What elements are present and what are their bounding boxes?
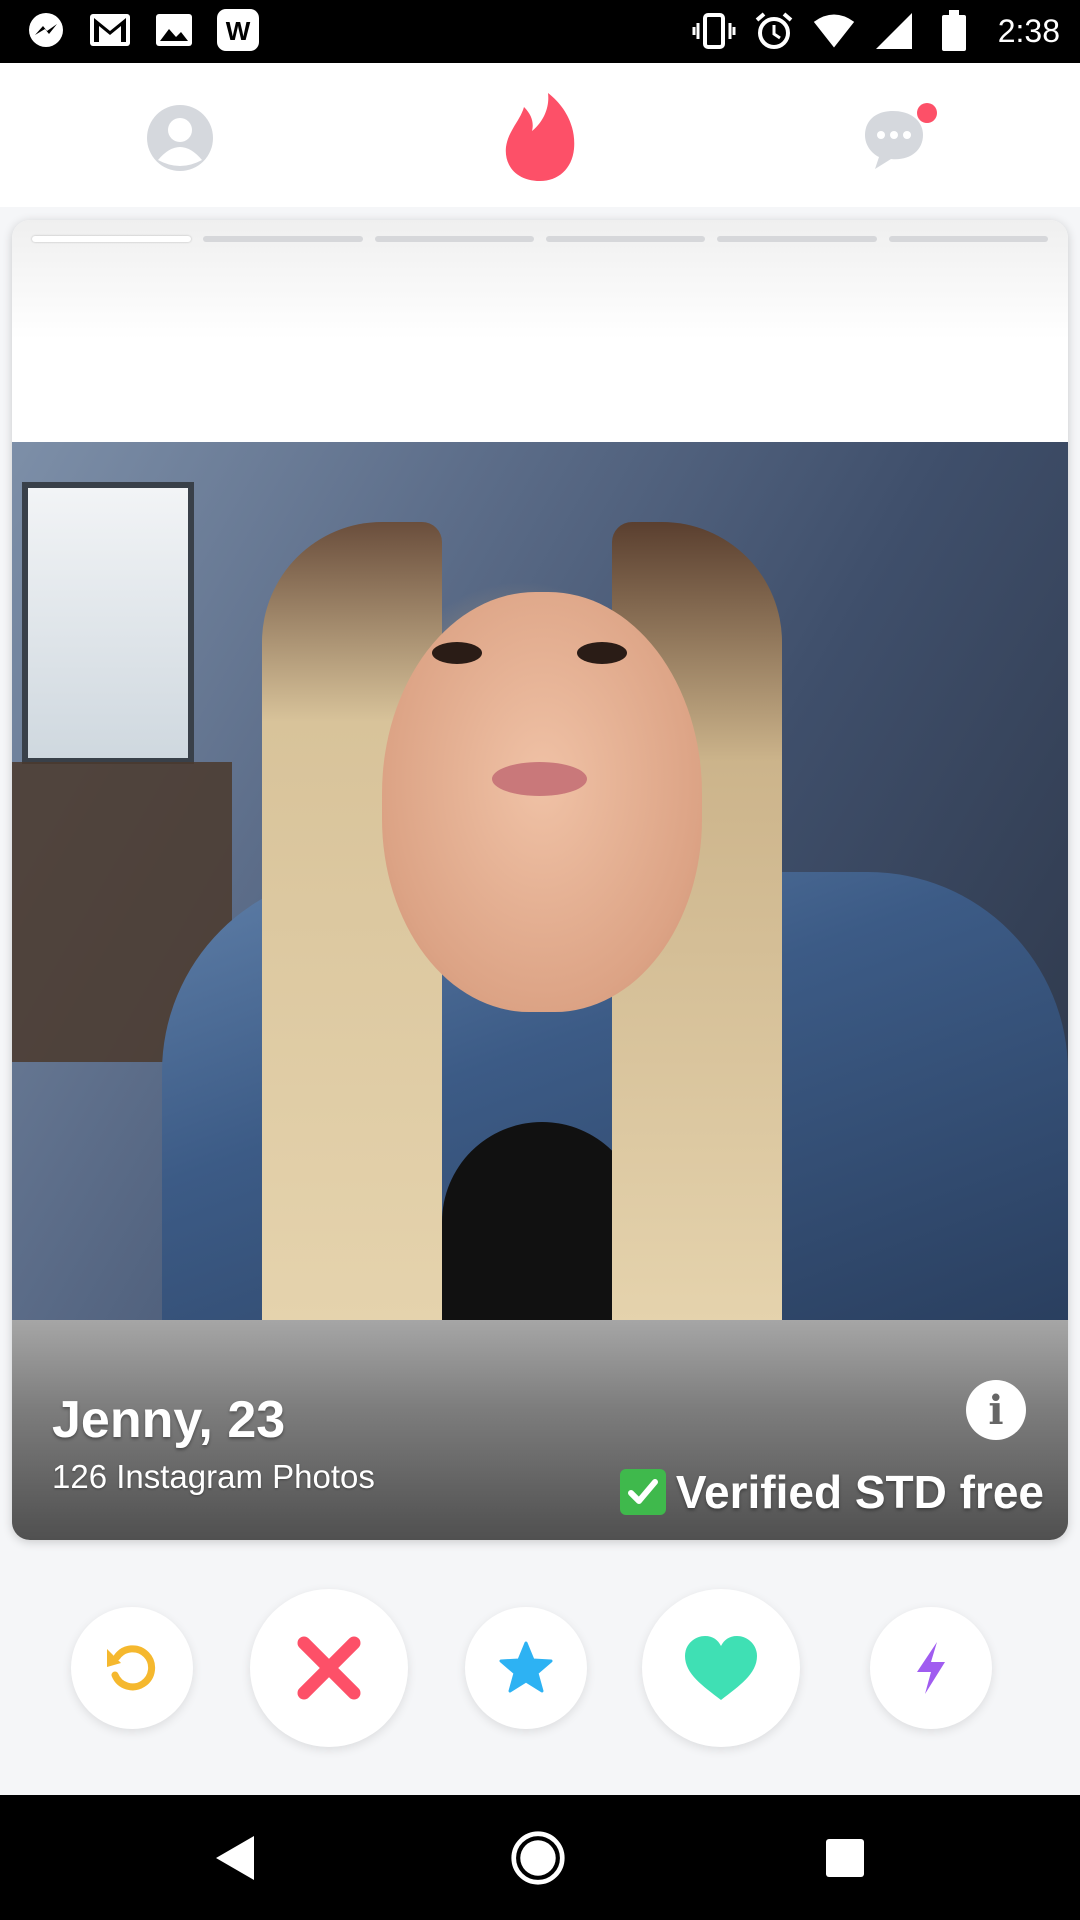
action-buttons [0,1585,1080,1755]
photo-eye-right [577,642,627,664]
gallery-icon [152,8,196,52]
back-icon[interactable] [207,1830,263,1886]
star-icon [499,1641,553,1693]
profile-name-age: Jenny, 23 [52,1391,286,1449]
gmail-icon [88,8,132,52]
wifi-icon [812,9,856,53]
battery-icon [932,9,976,53]
photo-progress-segment[interactable] [32,236,192,242]
profile-card[interactable]: Jenny, 23 126 Instagram Photos i Verifie… [12,220,1068,1540]
boost-button[interactable] [870,1607,992,1729]
photo-progress-segment[interactable] [717,236,877,242]
verified-badge: Verified STD free [619,1465,1044,1519]
profile-photo[interactable] [12,442,1068,1322]
card-caption: Jenny, 23 126 Instagram Photos i Verifie… [12,1320,1068,1540]
signal-icon [872,9,916,53]
nope-button[interactable] [250,1589,408,1747]
wikipedia-icon: W [216,8,260,52]
messenger-icon [24,8,68,52]
photo-lips [492,762,587,796]
photo-progress-segment[interactable] [545,236,706,242]
profile-icon[interactable] [135,93,225,183]
photo-progress-segment[interactable] [888,236,1048,242]
verified-text: Verified STD free [675,1466,1044,1518]
like-button[interactable] [642,1589,800,1747]
photo-progress-segment[interactable] [374,236,534,242]
heart-icon [685,1636,757,1700]
recents-icon[interactable] [817,1830,873,1886]
photo-progress-segment[interactable] [203,236,363,242]
notification-icons: W [24,8,260,52]
top-navigation [0,63,1080,207]
rewind-icon [107,1645,156,1691]
rewind-button[interactable] [71,1607,193,1729]
photo-face [382,592,702,1012]
home-icon[interactable] [510,1830,566,1886]
clock: 2:38 [997,12,1060,49]
checkmark-icon [619,1469,666,1515]
vibrate-icon [692,9,736,53]
info-button[interactable]: i [966,1380,1026,1440]
status-bar: W 2:38 [0,0,1080,63]
alarm-icon [752,9,796,53]
android-navigation-bar [0,1795,1080,1920]
photo-background-window [22,482,194,764]
svg-text:W: W [226,16,251,46]
x-icon [297,1636,361,1700]
super-like-button[interactable] [465,1607,587,1729]
profile-subtitle: 126 Instagram Photos [52,1458,375,1495]
photo-progress-bar [32,236,1048,242]
photo-eye-left [432,642,482,664]
bolt-icon [917,1642,945,1694]
flame-icon[interactable] [495,93,585,183]
system-icons: 2:38 [692,6,1060,56]
chat-icon[interactable] [856,93,946,183]
